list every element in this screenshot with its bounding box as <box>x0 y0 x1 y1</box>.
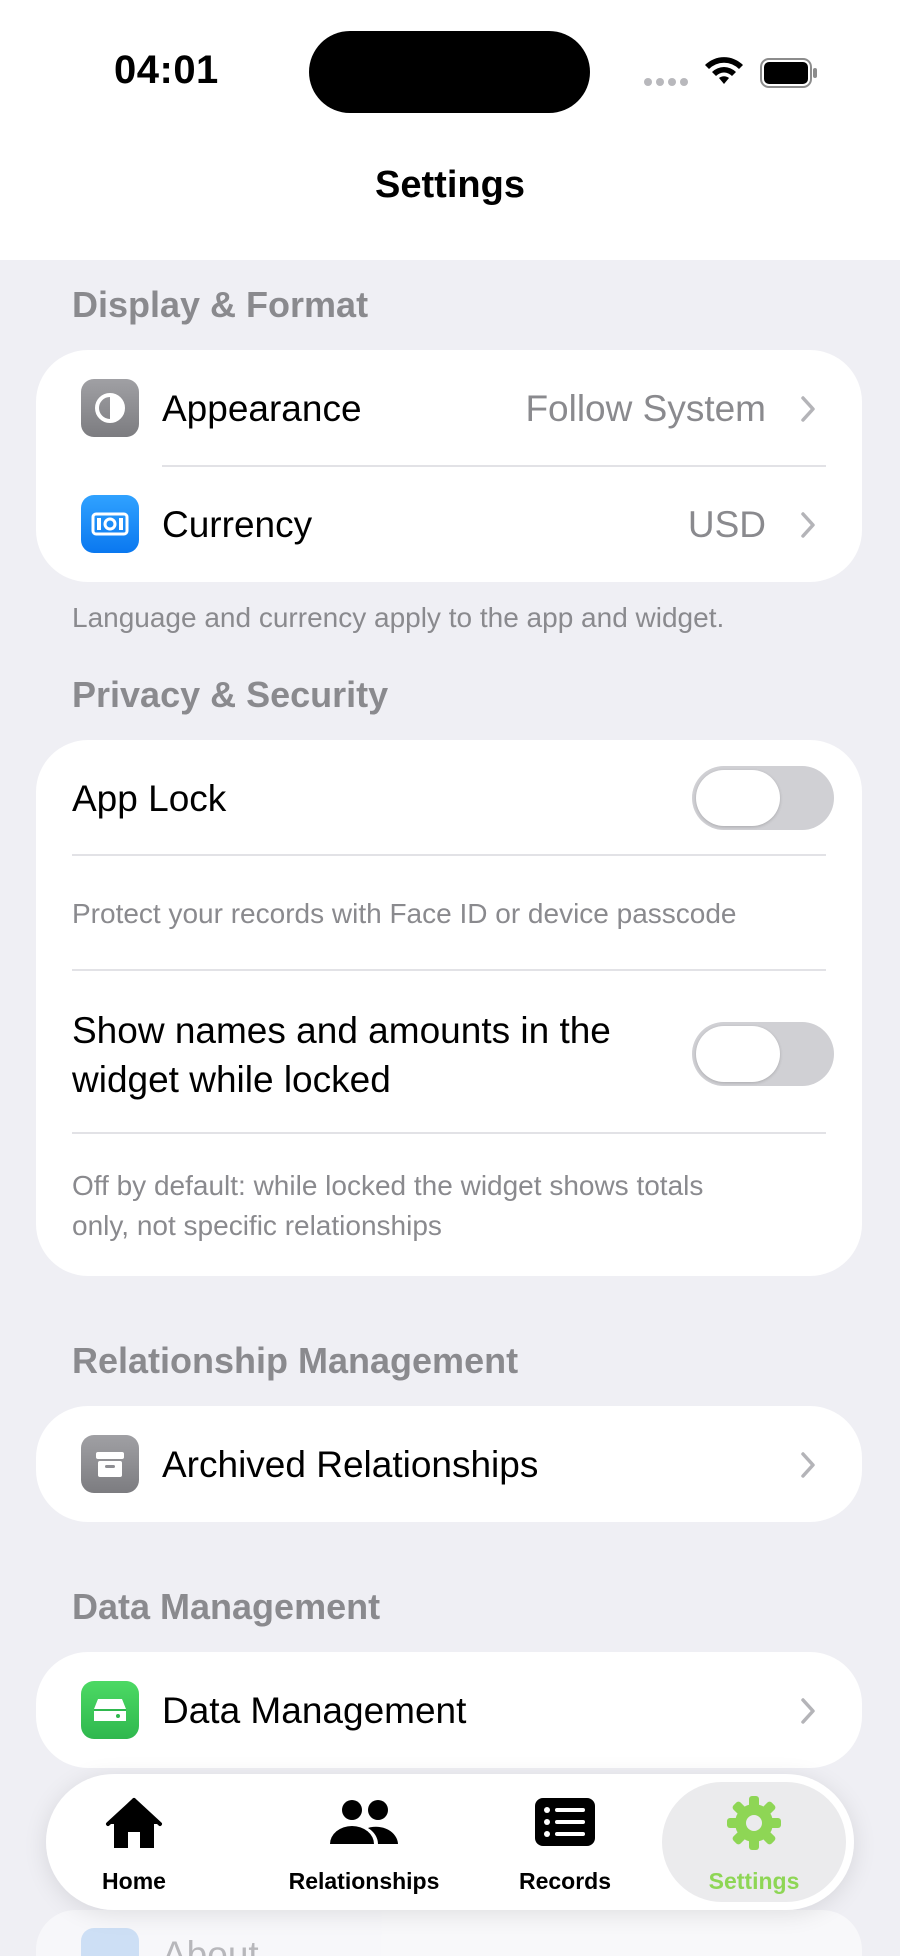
top-header: 04:01 Settings <box>0 0 900 260</box>
data-management-row[interactable]: Data Management <box>36 1652 862 1768</box>
tab-home-label: Home <box>102 1868 166 1894</box>
currency-label: Currency <box>162 504 313 545</box>
page-title: Settings <box>375 164 525 206</box>
widget-locked-description: Off by default: while locked the widget … <box>72 1166 703 1246</box>
appearance-label: Appearance <box>162 388 362 429</box>
display-format-card: Appearance Follow System Currency USD <box>36 350 862 582</box>
tab-settings-label: Settings <box>708 1868 800 1894</box>
appearance-value: Follow System <box>525 388 766 429</box>
tab-records[interactable]: Records <box>500 1774 630 1910</box>
toggle-knob <box>696 1026 780 1082</box>
appearance-row[interactable]: Appearance Follow System <box>36 350 862 466</box>
section-header-data-management: Data Management <box>72 1586 381 1627</box>
gear-icon <box>727 1796 781 1850</box>
section-header-relationship-management: Relationship Management <box>72 1340 519 1381</box>
section-header-display-format: Display & Format <box>72 284 369 325</box>
widget-locked-label-line1: Show names and amounts in the <box>72 1010 611 1051</box>
tab-home[interactable]: Home <box>76 1774 192 1910</box>
data-management-card: Data Management <box>36 1652 862 1768</box>
archived-relationships-label: Archived Relationships <box>162 1444 539 1485</box>
data-management-label: Data Management <box>162 1690 467 1731</box>
tab-bar: Home Relationships Records Settings <box>46 1774 854 1910</box>
widget-locked-label-line2: widget while locked <box>72 1059 391 1100</box>
archived-relationships-row[interactable]: Archived Relationships <box>36 1406 862 1522</box>
status-time: 04:01 <box>114 48 219 92</box>
widget-desc-line1: Off by default: while locked the widget … <box>72 1170 704 1201</box>
row-separator <box>72 969 826 971</box>
tab-settings[interactable]: Settings <box>662 1774 846 1910</box>
tab-relationships[interactable]: Relationships <box>276 1774 452 1910</box>
people-icon <box>330 1800 398 1844</box>
row-separator <box>72 1132 826 1134</box>
battery-icon <box>760 58 817 88</box>
row-separator <box>72 854 826 856</box>
currency-row[interactable]: Currency USD <box>36 466 862 582</box>
wifi-icon <box>705 57 743 84</box>
about-label: About <box>162 1934 259 1956</box>
widget-desc-line2: only, not specific relationships <box>72 1210 442 1241</box>
archive-box-icon <box>81 1435 139 1493</box>
signal-dots-icon <box>644 78 690 88</box>
display-format-footer: Language and currency apply to the app a… <box>72 602 725 633</box>
storage-drive-icon <box>81 1681 139 1739</box>
relationship-management-card: Archived Relationships <box>36 1406 862 1522</box>
info-icon <box>81 1928 139 1956</box>
dynamic-island <box>309 31 590 113</box>
chevron-right-icon <box>801 1452 815 1478</box>
section-header-privacy-security: Privacy & Security <box>72 674 389 715</box>
app-lock-description: Protect your records with Face ID or dev… <box>72 898 737 929</box>
chevron-right-icon <box>801 396 815 422</box>
chevron-right-icon <box>801 1698 815 1724</box>
tab-relationships-label: Relationships <box>288 1868 440 1894</box>
chevron-right-icon <box>801 512 815 538</box>
list-icon <box>535 1798 595 1846</box>
currency-icon <box>81 495 139 553</box>
privacy-security-card: App Lock Protect your records with Face … <box>36 740 862 1276</box>
widget-locked-toggle[interactable] <box>692 1022 834 1086</box>
toggle-knob <box>696 770 780 826</box>
appearance-icon <box>81 379 139 437</box>
widget-locked-label: Show names and amounts in the widget whi… <box>72 1006 611 1104</box>
currency-value: USD <box>687 504 766 545</box>
tab-records-label: Records <box>518 1868 612 1894</box>
house-icon <box>106 1798 162 1848</box>
about-row-peek[interactable]: About <box>36 1910 862 1956</box>
app-lock-toggle[interactable] <box>692 766 834 830</box>
app-lock-label: App Lock <box>72 778 227 819</box>
